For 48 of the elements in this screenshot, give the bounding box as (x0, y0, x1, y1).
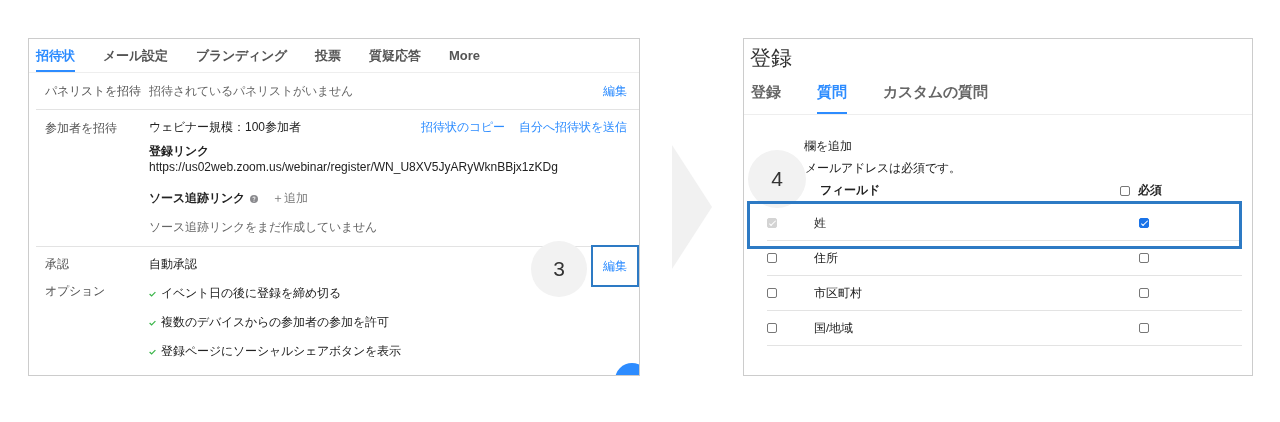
registration-url: https://us02web.zoom.us/webinar/register/WN_U8XV5JyARyWknBBjx1zKDg (149, 160, 558, 174)
field-name: 姓 (813, 215, 827, 231)
step-number-badge: 4 (748, 150, 806, 208)
panel-title: 登録 (749, 45, 793, 71)
option-text: 複数のデバイスからの参加者の参加を許可 (161, 314, 389, 331)
link[interactable]: 自分へ招待状を送信 (519, 119, 627, 136)
approval-value: 自動承認 (149, 256, 197, 273)
checkbox[interactable] (1139, 288, 1149, 298)
tab[interactable]: 質疑応答 (369, 39, 421, 72)
column-header: 必須 (1138, 183, 1162, 198)
row-label: 承認 (44, 256, 70, 273)
option-text: 登録ページにソーシャルシェアボタンを表示 (161, 343, 401, 360)
source-link-label: ソース追跡リンク (149, 190, 245, 207)
checkbox[interactable] (767, 253, 777, 263)
checkbox[interactable] (767, 323, 777, 333)
row-label: 参加者を招待 (44, 120, 118, 137)
tab[interactable]: カスタムの質問 (883, 83, 988, 114)
tab[interactable]: 投票 (315, 39, 341, 72)
add-link[interactable]: ＋追加 (272, 190, 308, 207)
field-name: 国/地域 (813, 320, 855, 336)
checkbox[interactable] (1139, 218, 1149, 228)
row-label: パネリストを招待 (44, 82, 142, 100)
checkbox[interactable] (1120, 185, 1130, 196)
section-heading: 欄を追加 (804, 139, 853, 154)
edit-link[interactable]: 編集 (603, 82, 627, 100)
tab[interactable]: メール設定 (103, 39, 168, 72)
note-text: メールアドレスは必須です。 (805, 161, 962, 176)
tab[interactable]: 登録 (751, 83, 781, 114)
checkbox[interactable] (767, 288, 777, 298)
registration-link-label: 登録リンク (149, 143, 209, 160)
tab[interactable]: More (449, 39, 481, 72)
edit-link[interactable]: 編集 (591, 245, 639, 287)
tab[interactable]: 質問 (817, 83, 847, 114)
option-text: イベント日の後に登録を締め切る (161, 285, 341, 302)
tab[interactable]: 招待状 (36, 39, 75, 72)
link[interactable]: 招待状のコピー (421, 119, 505, 136)
help-icon[interactable] (250, 194, 258, 203)
empty-message: ソース追跡リンクをまだ作成していません (149, 219, 377, 236)
capacity-text: ウェビナー規模：100参加者 (149, 119, 302, 136)
tab[interactable]: ブランディング (196, 39, 287, 72)
row-label: オプション (44, 283, 106, 300)
step-number-badge: 3 (531, 241, 587, 297)
row-value: 招待されているパネリストがいません (149, 82, 354, 100)
column-header: フィールド (819, 183, 881, 198)
checkbox[interactable] (1139, 253, 1149, 263)
field-name: 住所 (813, 250, 839, 266)
checkbox[interactable] (1139, 323, 1149, 333)
field-name: 市区町村 (813, 285, 863, 301)
